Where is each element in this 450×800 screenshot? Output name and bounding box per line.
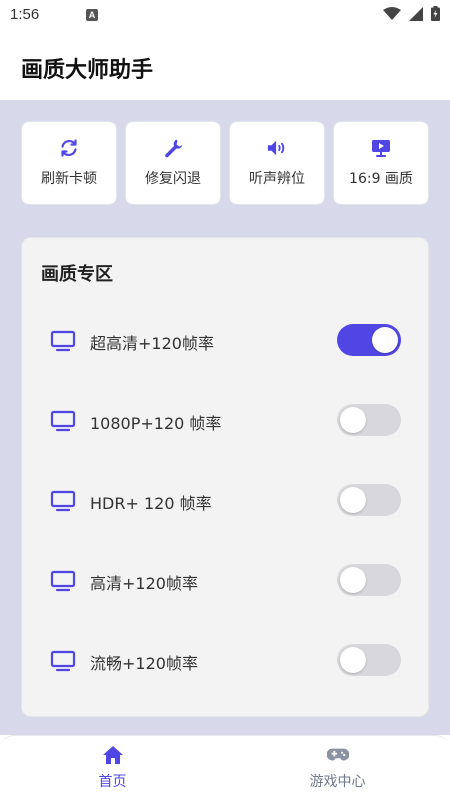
quick-action-label: 听声辨位 [249, 171, 305, 187]
nav-label: 首页 [98, 774, 127, 790]
nav-game-center[interactable]: 游戏中心 [225, 736, 450, 800]
gamepad-icon [326, 748, 349, 761]
wrench-icon [163, 138, 183, 158]
panel-title: 画质专区 [41, 264, 113, 285]
quality-option-label: 流畅+120帧率 [90, 654, 198, 673]
toggle-knob [340, 487, 366, 513]
refresh-icon [59, 138, 79, 158]
aspect-quality-button[interactable]: 16:9 画质 [333, 121, 429, 205]
quality-toggle[interactable] [337, 644, 401, 676]
quality-option-label: 超高清+120帧率 [90, 334, 214, 353]
quick-actions: 刷新卡顿 修复闪退 听声辨位 16:9 画质 [21, 121, 429, 205]
quality-option-label: 高清+120帧率 [90, 574, 198, 593]
speaker-icon [267, 138, 287, 158]
toggle-knob [372, 327, 398, 353]
monitor-icon [50, 410, 76, 432]
monitor-icon [50, 570, 76, 592]
quality-option-row: 1080P+120 帧率 [22, 400, 430, 440]
quality-option-row: HDR+ 120 帧率 [22, 480, 430, 520]
quality-option-row: 超高清+120帧率 [22, 320, 430, 360]
bottom-nav: 首页 游戏中心 [0, 735, 450, 800]
quality-option-label: HDR+ 120 帧率 [90, 494, 212, 513]
sound-locate-button[interactable]: 听声辨位 [229, 121, 325, 205]
home-icon [102, 746, 123, 764]
quality-panel: 画质专区 超高清+120帧率 1080P+120 帧率 HDR+ 120 帧率 … [21, 237, 429, 717]
quality-toggle[interactable] [337, 324, 401, 356]
quality-toggle[interactable] [337, 484, 401, 516]
quality-toggle[interactable] [337, 564, 401, 596]
monitor-icon [50, 490, 76, 512]
quality-option-label: 1080P+120 帧率 [90, 414, 222, 433]
quality-option-row: 高清+120帧率 [22, 560, 430, 600]
monitor-play-icon [371, 138, 391, 158]
quick-action-label: 16:9 画质 [349, 171, 413, 187]
battery-icon [431, 6, 440, 21]
nav-label: 游戏中心 [309, 774, 366, 790]
signal-icon [409, 6, 423, 21]
wifi-icon [383, 6, 401, 20]
monitor-icon [50, 330, 76, 352]
status-time: 1:56 [10, 6, 40, 23]
fix-crash-button[interactable]: 修复闪退 [125, 121, 221, 205]
nav-home[interactable]: 首页 [0, 736, 225, 800]
toggle-knob [340, 407, 366, 433]
refresh-lag-button[interactable]: 刷新卡顿 [21, 121, 117, 205]
quick-action-label: 刷新卡顿 [41, 171, 97, 187]
app-header: 画质大师助手 [0, 32, 450, 100]
quick-action-label: 修复闪退 [145, 171, 201, 187]
quality-toggle[interactable] [337, 404, 401, 436]
monitor-icon [50, 650, 76, 672]
quality-option-row: 流畅+120帧率 [22, 640, 430, 680]
notification-badge: A [86, 9, 98, 21]
page-title: 画质大师助手 [21, 58, 154, 83]
status-bar: 1:56 A [0, 0, 450, 32]
toggle-knob [340, 567, 366, 593]
toggle-knob [340, 647, 366, 673]
status-icons [383, 6, 440, 21]
